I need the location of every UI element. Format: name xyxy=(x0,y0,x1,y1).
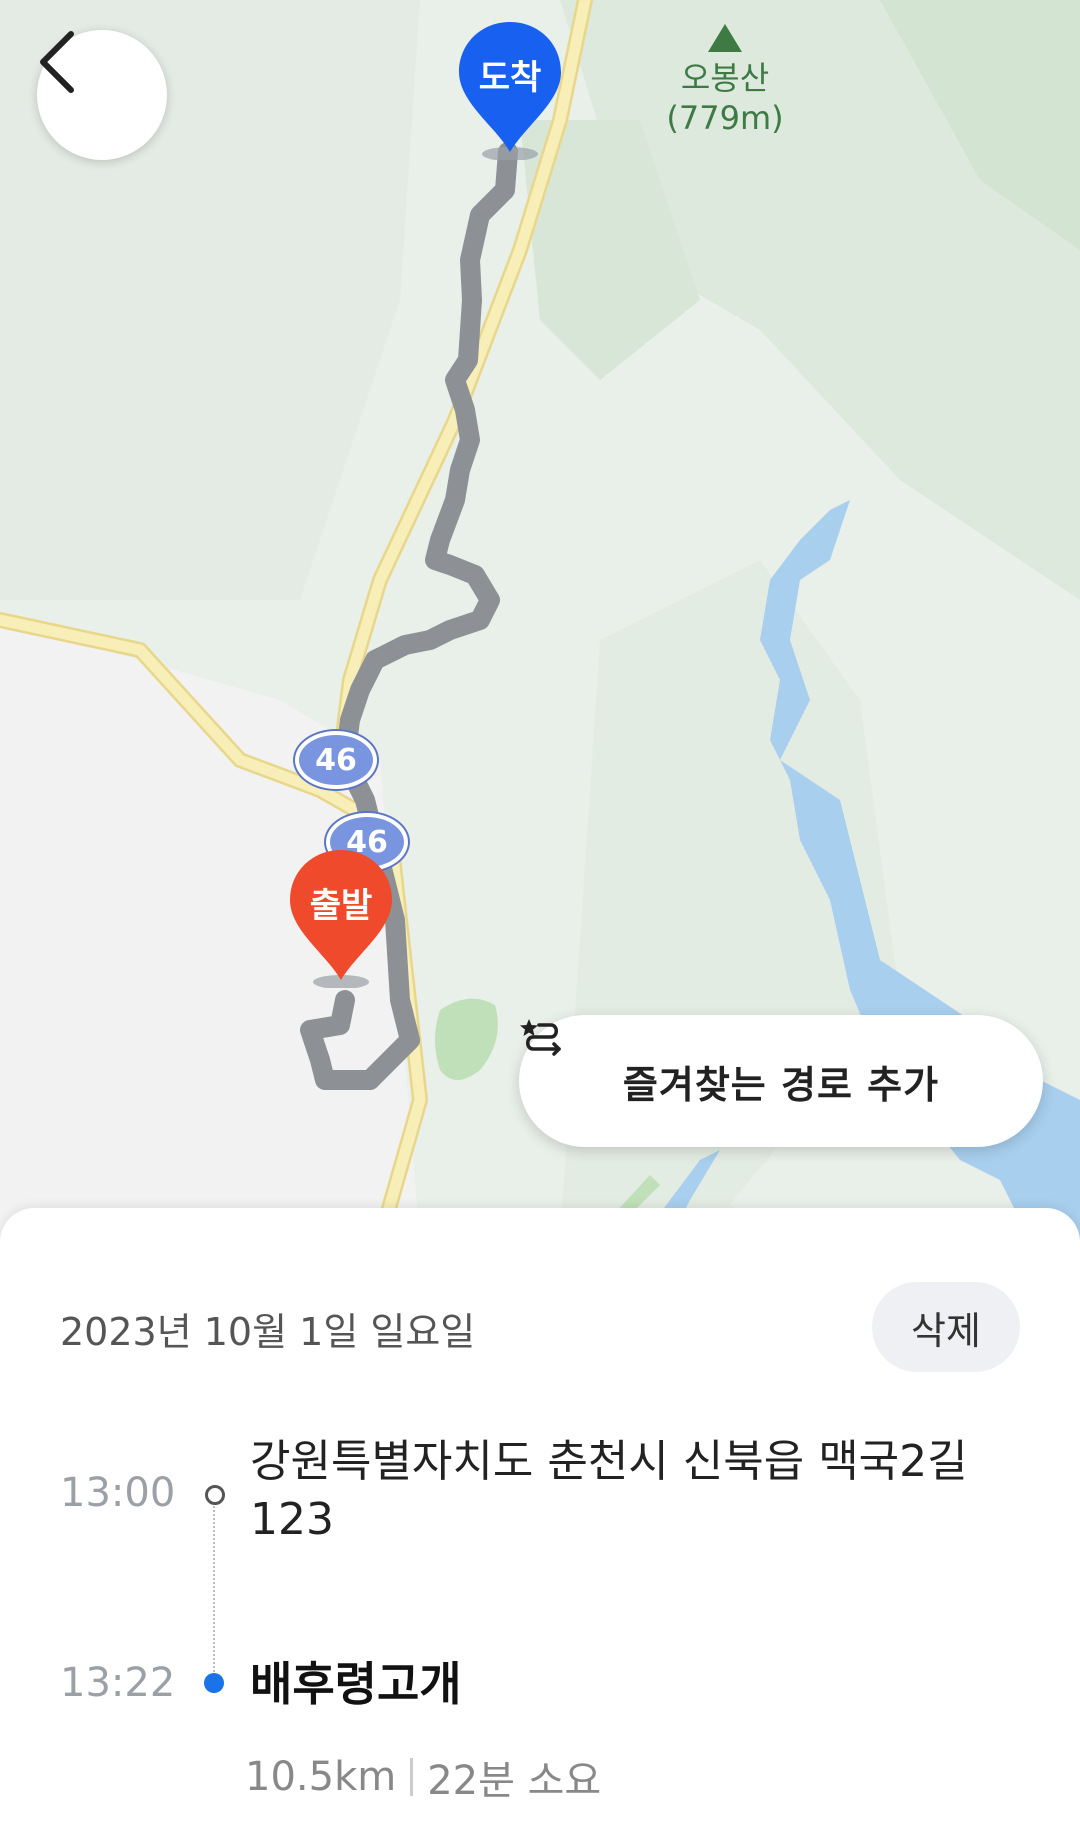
route-star-icon xyxy=(520,1019,561,1056)
start-pin[interactable]: 출발 xyxy=(286,848,396,988)
route-shield-46: 46 xyxy=(295,731,377,789)
divider xyxy=(410,1758,414,1796)
trip-summary: 10.5km 22분 소요 xyxy=(245,1748,601,1806)
end-dot-icon xyxy=(204,1673,224,1693)
start-time: 13:00 xyxy=(60,1470,176,1516)
end-pin[interactable]: 도착 xyxy=(455,20,565,160)
start-pin-label: 출발 xyxy=(309,886,373,926)
end-pin-label: 도착 xyxy=(478,58,542,98)
delete-button[interactable]: 삭제 xyxy=(872,1282,1020,1372)
trip-distance: 10.5km xyxy=(245,1754,397,1800)
add-favorite-route-label: 즐겨찾는 경로 추가 xyxy=(622,1062,940,1107)
start-address: 강원특별자치도 춘천시 신북읍 맥국2길 123 xyxy=(250,1436,968,1545)
trip-detail-sheet: 2023년 10월 1일 일요일 삭제 13:00 강원특별자치도 춘천시 신북… xyxy=(0,1208,1080,1828)
mountain-icon xyxy=(708,24,742,52)
map-view[interactable]: 오봉산 (779m) 46 46 도착 출발 즐겨찾는 경로 추가 xyxy=(0,0,1080,1240)
mountain-peak-label: 오봉산 (779m) xyxy=(640,24,810,138)
timeline-connector xyxy=(213,1506,215,1676)
peak-name: 오봉산 xyxy=(680,59,770,97)
peak-elevation: (779m) xyxy=(666,99,784,137)
back-button[interactable] xyxy=(37,30,167,160)
chevron-left-icon xyxy=(40,31,74,93)
add-favorite-route-button[interactable]: 즐겨찾는 경로 추가 xyxy=(519,1015,1043,1147)
destination-name: 배후령고개 xyxy=(250,1657,462,1711)
trip-duration: 22분 소요 xyxy=(427,1758,602,1804)
end-time: 13:22 xyxy=(60,1660,176,1706)
trip-date: 2023년 10월 1일 일요일 xyxy=(60,1310,476,1354)
start-dot-icon xyxy=(205,1485,225,1505)
